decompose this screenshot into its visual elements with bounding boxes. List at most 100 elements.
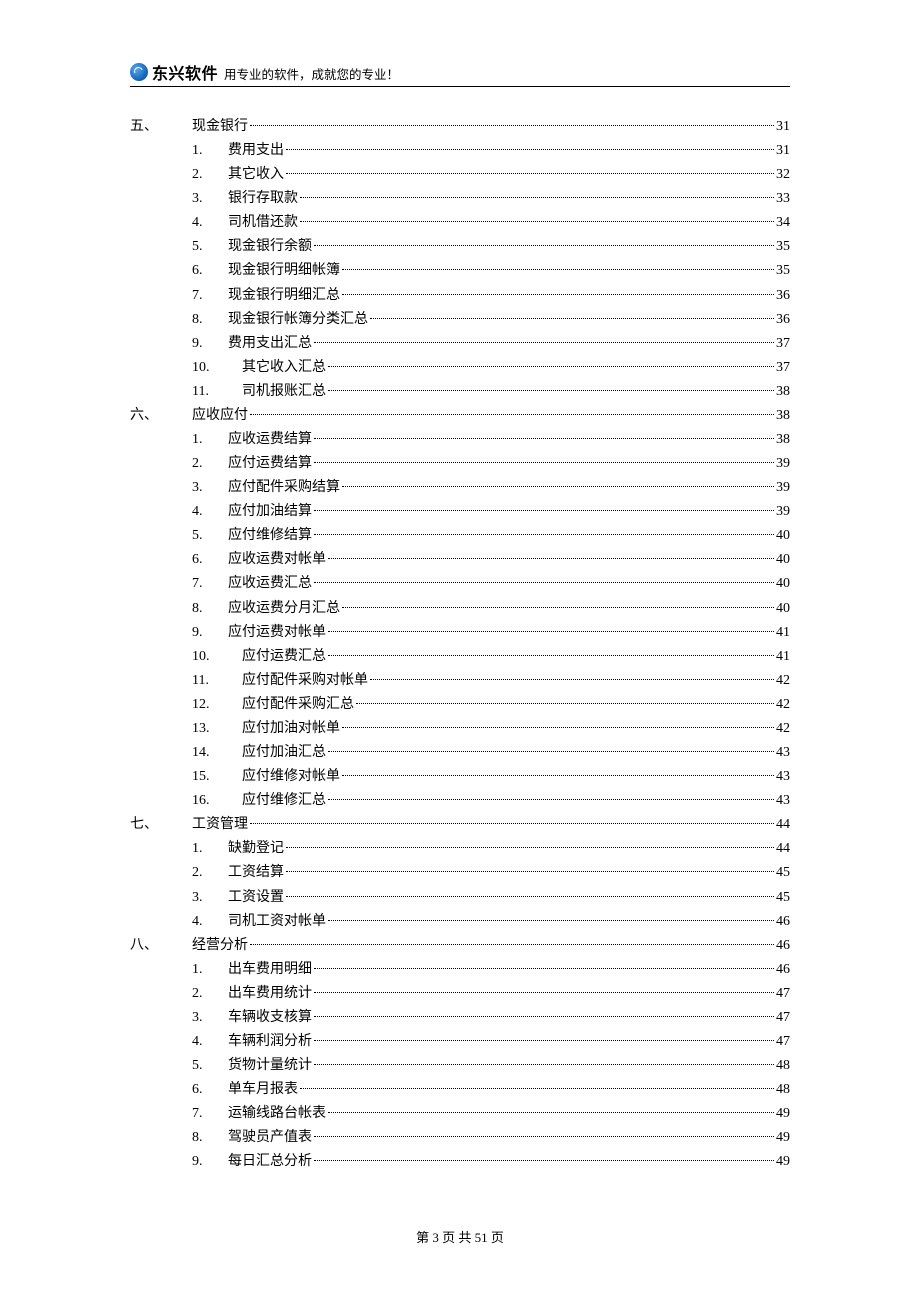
toc-item-number: 2. [192, 163, 228, 187]
toc-leader [286, 896, 774, 897]
toc-leader [314, 992, 774, 993]
toc-leader [314, 245, 774, 246]
page-header: 东兴软件 用专业的软件，成就您的专业！ [130, 60, 790, 87]
toc-item-row: 1.应收运费结算38 [130, 428, 790, 452]
toc-section-page: 44 [776, 813, 790, 837]
toc-section-title: 工资管理 [192, 813, 248, 837]
toc-leader [250, 414, 774, 415]
toc-item-number: 2. [192, 452, 228, 476]
toc-section-title: 应收应付 [192, 404, 248, 428]
toc-item-page: 38 [776, 380, 790, 404]
toc-item-title: 应收运费对帐单 [228, 548, 326, 572]
toc-item-number: 7. [192, 1102, 228, 1126]
toc-item-page: 37 [776, 356, 790, 380]
toc-item-title: 司机工资对帐单 [228, 910, 326, 934]
toc-item-number: 2. [192, 861, 228, 885]
toc-item-page: 36 [776, 308, 790, 332]
toc-leader [314, 582, 774, 583]
toc-item-number: 15. [192, 765, 242, 789]
toc-leader [328, 366, 774, 367]
toc-leader [314, 1136, 774, 1137]
toc-leader [314, 1040, 774, 1041]
toc-leader [328, 558, 774, 559]
toc-item-page: 49 [776, 1126, 790, 1150]
toc-item-row: 11.应付配件采购对帐单42 [130, 669, 790, 693]
toc-leader [314, 1016, 774, 1017]
toc-item-page: 39 [776, 476, 790, 500]
toc-item-title: 应付加油汇总 [242, 741, 326, 765]
toc-item-row: 9.费用支出汇总37 [130, 332, 790, 356]
toc-item-title: 应付运费结算 [228, 452, 312, 476]
page-footer: 第 3 页 共 51 页 [0, 1227, 920, 1246]
toc-item-page: 45 [776, 861, 790, 885]
toc-leader [342, 486, 774, 487]
table-of-contents: 五、现金银行311.费用支出312.其它收入323.银行存取款334.司机借还款… [130, 115, 790, 1174]
toc-item-title: 应付维修结算 [228, 524, 312, 548]
toc-item-title: 车辆利润分析 [228, 1030, 312, 1054]
toc-leader [328, 631, 774, 632]
logo: 东兴软件 [130, 60, 218, 84]
toc-item-page: 48 [776, 1078, 790, 1102]
toc-item-number: 3. [192, 476, 228, 500]
toc-item-row: 6.单车月报表48 [130, 1078, 790, 1102]
document-page: 东兴软件 用专业的软件，成就您的专业！ 五、现金银行311.费用支出312.其它… [0, 0, 920, 1302]
toc-item-page: 43 [776, 789, 790, 813]
toc-item-title: 运输线路台帐表 [228, 1102, 326, 1126]
toc-item-row: 13.应付加油对帐单42 [130, 717, 790, 741]
toc-item-number: 9. [192, 621, 228, 645]
toc-item-title: 出车费用统计 [228, 982, 312, 1006]
toc-item-number: 8. [192, 1126, 228, 1150]
toc-item-page: 47 [776, 982, 790, 1006]
toc-item-page: 41 [776, 621, 790, 645]
toc-item-page: 37 [776, 332, 790, 356]
toc-item-title: 费用支出 [228, 139, 284, 163]
toc-leader [342, 269, 774, 270]
toc-item-row: 4.司机工资对帐单 46 [130, 910, 790, 934]
toc-item-number: 7. [192, 572, 228, 596]
toc-leader [314, 342, 774, 343]
toc-item-number: 1. [192, 428, 228, 452]
toc-leader [300, 197, 774, 198]
toc-item-number: 4. [192, 211, 228, 235]
toc-item-page: 33 [776, 187, 790, 211]
toc-item-number: 12. [192, 693, 242, 717]
toc-item-page: 46 [776, 910, 790, 934]
toc-item-page: 43 [776, 741, 790, 765]
toc-item-page: 42 [776, 717, 790, 741]
toc-item-page: 43 [776, 765, 790, 789]
toc-item-page: 49 [776, 1150, 790, 1174]
toc-leader [342, 607, 774, 608]
toc-leader [356, 703, 774, 704]
toc-item-title: 现金银行帐簿分类汇总 [228, 308, 368, 332]
toc-item-page: 31 [776, 139, 790, 163]
toc-item-row: 3.工资设置45 [130, 886, 790, 910]
toc-leader [342, 775, 774, 776]
toc-item-row: 9.应付运费对帐单41 [130, 621, 790, 645]
toc-leader [328, 751, 774, 752]
toc-item-number: 9. [192, 332, 228, 356]
toc-leader [286, 173, 774, 174]
toc-item-page: 40 [776, 548, 790, 572]
toc-item-page: 32 [776, 163, 790, 187]
toc-item-row: 12.应付配件采购汇总42 [130, 693, 790, 717]
toc-item-title: 现金银行明细帐簿 [228, 259, 340, 283]
toc-leader [370, 679, 774, 680]
toc-item-number: 11. [192, 380, 242, 404]
toc-item-page: 46 [776, 958, 790, 982]
toc-item-title: 货物计量统计 [228, 1054, 312, 1078]
toc-item-number: 10. [192, 645, 242, 669]
toc-item-title: 缺勤登记 [228, 837, 284, 861]
toc-section-page: 38 [776, 404, 790, 428]
toc-item-row: 7.运输线路台帐表49 [130, 1102, 790, 1126]
toc-item-row: 4.应付加油结算39 [130, 500, 790, 524]
toc-item-number: 3. [192, 886, 228, 910]
toc-leader [250, 125, 774, 126]
toc-item-page: 47 [776, 1030, 790, 1054]
toc-item-page: 35 [776, 235, 790, 259]
toc-item-number: 3. [192, 1006, 228, 1030]
toc-item-number: 2. [192, 982, 228, 1006]
toc-item-row: 2.应付运费结算39 [130, 452, 790, 476]
toc-item-title: 应付加油结算 [228, 500, 312, 524]
toc-section-row: 七、工资管理44 [130, 813, 790, 837]
toc-item-number: 4. [192, 910, 228, 934]
